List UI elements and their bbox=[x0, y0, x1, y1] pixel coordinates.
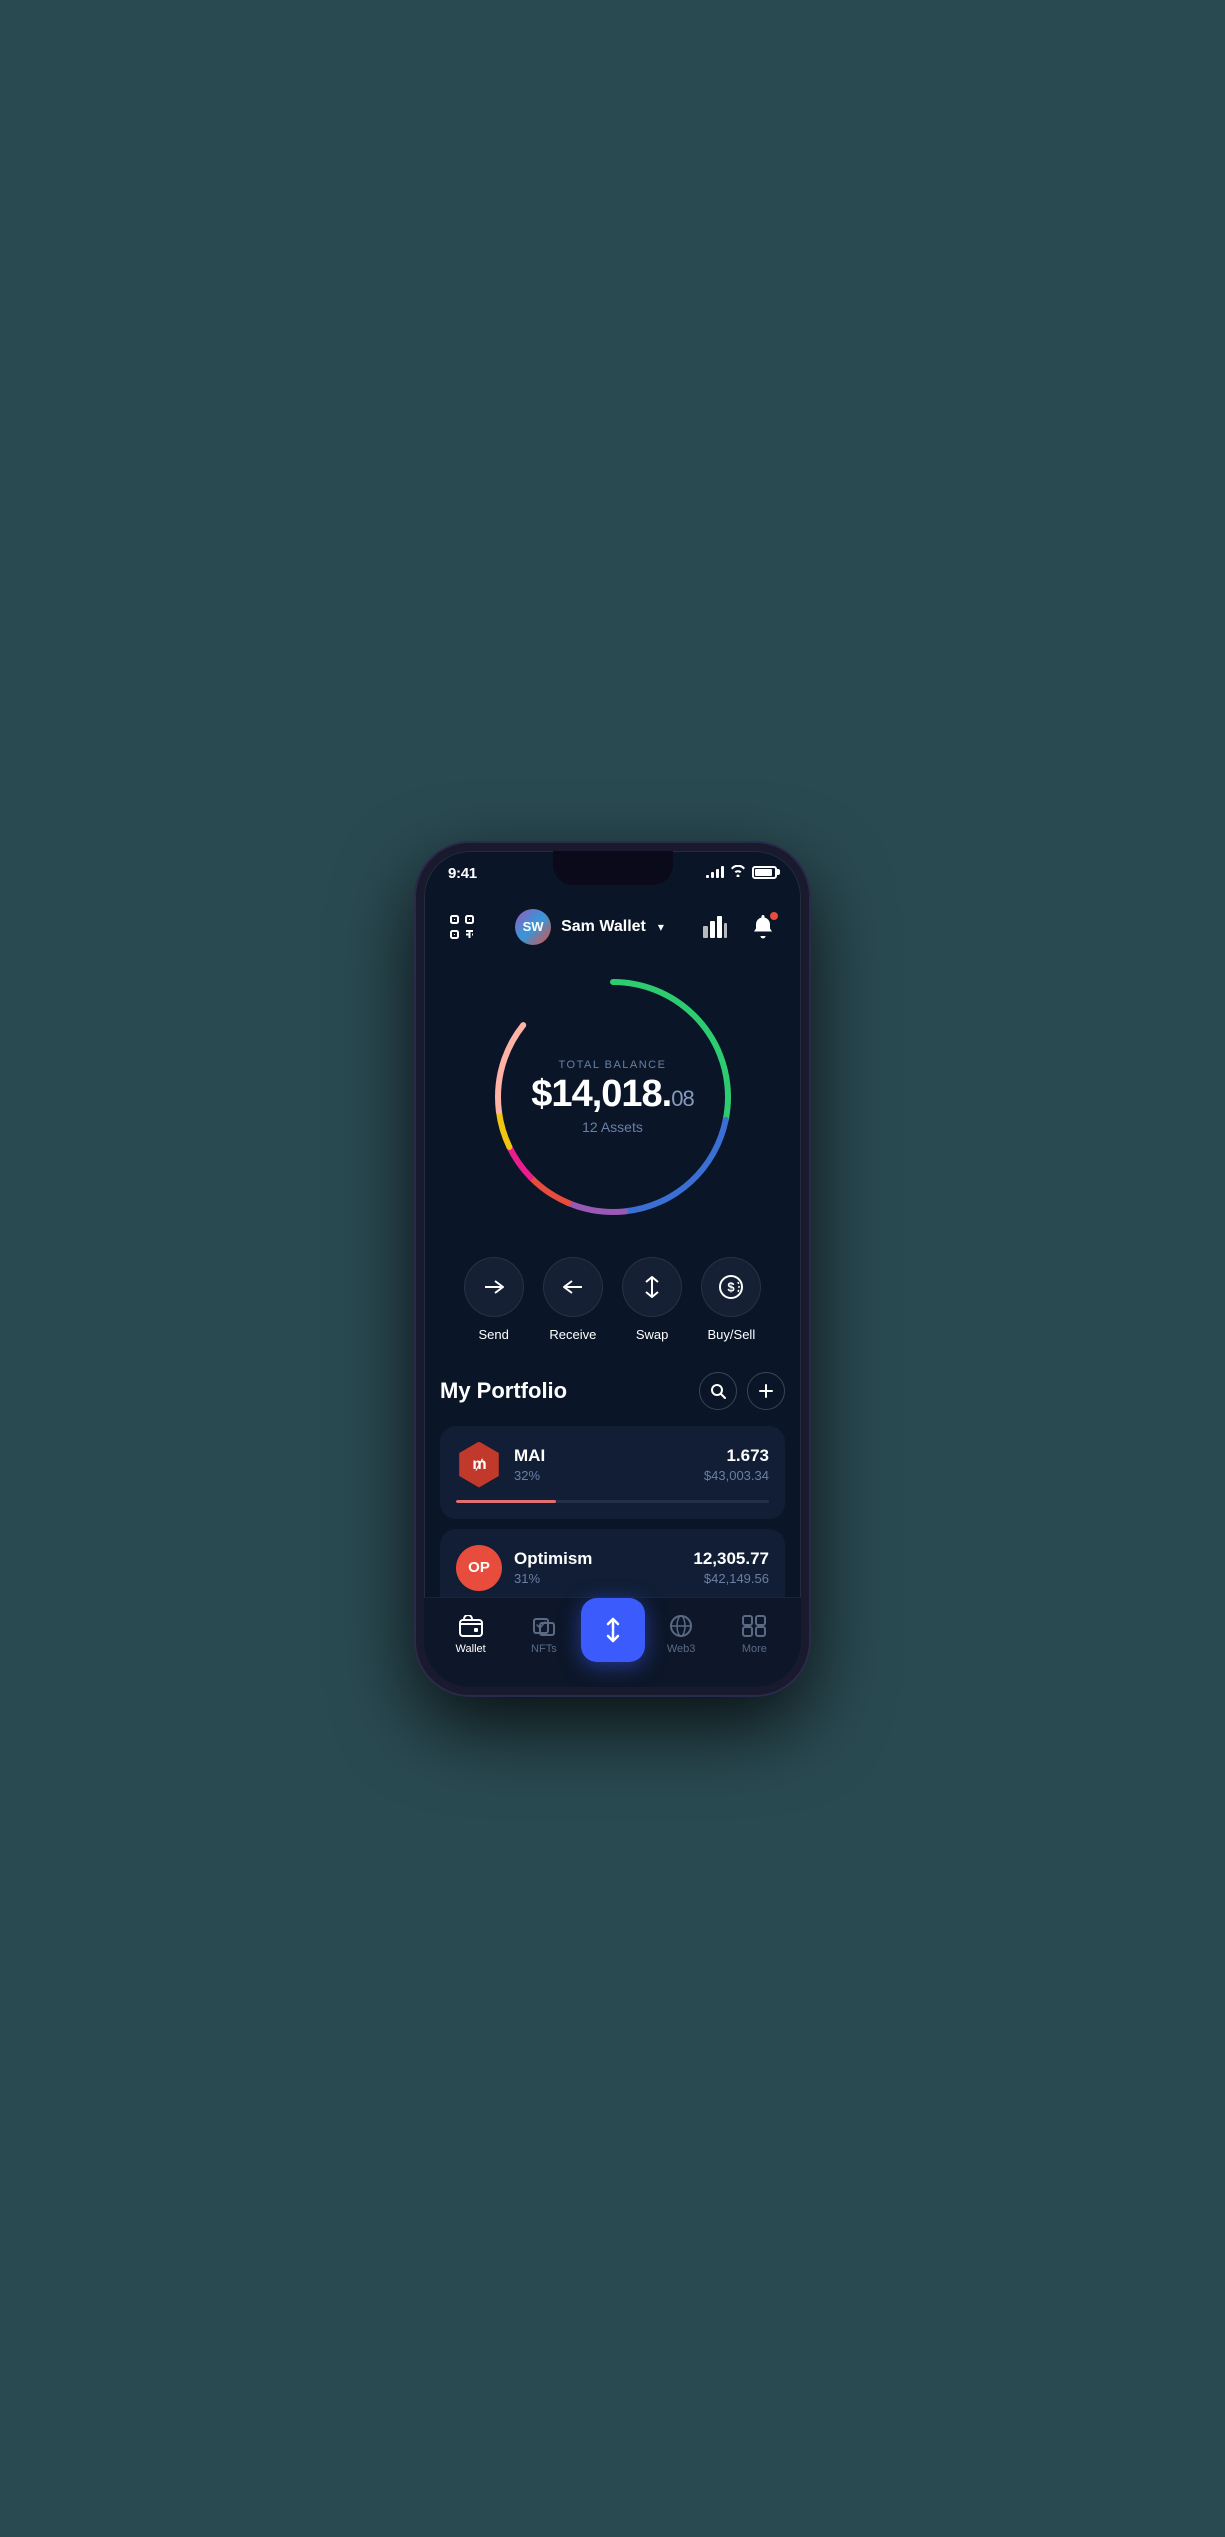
wifi-icon bbox=[730, 865, 746, 880]
more-nav-label: More bbox=[742, 1643, 767, 1655]
nfts-nav-label: NFTs bbox=[531, 1643, 557, 1655]
scan-icon[interactable] bbox=[444, 909, 480, 945]
signal-icon bbox=[706, 866, 724, 878]
mai-name: MAI bbox=[514, 1446, 545, 1466]
receive-button[interactable]: Receive bbox=[543, 1257, 603, 1342]
mai-icon: ₥ bbox=[456, 1442, 502, 1488]
op-usd: $42,149.56 bbox=[693, 1571, 769, 1586]
send-button[interactable]: Send bbox=[464, 1257, 524, 1342]
portfolio-header: My Portfolio bbox=[440, 1372, 785, 1410]
op-icon: OP bbox=[456, 1545, 502, 1591]
svg-text:$: $ bbox=[728, 1279, 736, 1294]
bottom-nav: Wallet NFTs bbox=[424, 1597, 801, 1687]
status-time: 9:41 bbox=[448, 865, 477, 882]
nav-web3[interactable]: Web3 bbox=[645, 1613, 718, 1655]
buysell-label: Buy/Sell bbox=[708, 1327, 756, 1342]
add-asset-button[interactable] bbox=[747, 1372, 785, 1410]
center-action-button[interactable] bbox=[581, 1598, 645, 1662]
balance-section: TOTAL BALANCE $14,018.08 12 Assets bbox=[424, 957, 801, 1247]
portfolio-actions bbox=[699, 1372, 785, 1410]
op-pct: 31% bbox=[514, 1571, 592, 1586]
op-name: Optimism bbox=[514, 1549, 592, 1569]
battery-icon bbox=[752, 866, 777, 879]
web3-icon bbox=[668, 1613, 694, 1639]
mai-amount: 1.673 bbox=[704, 1446, 769, 1466]
total-balance-label: TOTAL BALANCE bbox=[531, 1059, 693, 1071]
wallet-selector[interactable]: SW Sam Wallet ▾ bbox=[515, 909, 664, 945]
app-header: SW Sam Wallet ▾ bbox=[424, 901, 801, 957]
mai-progress-bar bbox=[456, 1500, 769, 1503]
avatar: SW bbox=[515, 909, 551, 945]
header-right bbox=[699, 909, 781, 945]
notch bbox=[553, 851, 673, 885]
wallet-name: Sam Wallet bbox=[561, 918, 646, 936]
balance-amount: $14,018.08 bbox=[531, 1075, 693, 1113]
circle-chart: TOTAL BALANCE $14,018.08 12 Assets bbox=[483, 967, 743, 1227]
chart-icon[interactable] bbox=[699, 911, 731, 943]
mai-progress-fill bbox=[456, 1500, 556, 1503]
main-content: TOTAL BALANCE $14,018.08 12 Assets Send bbox=[424, 957, 801, 1597]
action-buttons: Send Receive bbox=[424, 1247, 801, 1372]
op-amount: 12,305.77 bbox=[693, 1549, 769, 1569]
send-label: Send bbox=[478, 1327, 508, 1342]
balance-center: TOTAL BALANCE $14,018.08 12 Assets bbox=[531, 1059, 693, 1135]
status-icons bbox=[706, 865, 777, 880]
more-icon bbox=[741, 1613, 767, 1639]
assets-count: 12 Assets bbox=[531, 1119, 693, 1135]
asset-card-mai[interactable]: ₥ MAI 32% 1.673 $43,003.34 bbox=[440, 1426, 785, 1519]
mai-pct: 32% bbox=[514, 1468, 545, 1483]
swap-button[interactable]: Swap bbox=[622, 1257, 682, 1342]
nfts-icon bbox=[531, 1613, 557, 1639]
nav-more[interactable]: More bbox=[718, 1613, 791, 1655]
wallet-nav-label: Wallet bbox=[456, 1643, 486, 1655]
portfolio-title: My Portfolio bbox=[440, 1378, 567, 1404]
asset-card-op[interactable]: OP Optimism 31% 12,305.77 $42,149.56 bbox=[440, 1529, 785, 1597]
portfolio-section: My Portfolio bbox=[424, 1372, 801, 1597]
search-button[interactable] bbox=[699, 1372, 737, 1410]
web3-nav-label: Web3 bbox=[667, 1643, 696, 1655]
notifications-icon[interactable] bbox=[745, 909, 781, 945]
nav-nfts[interactable]: NFTs bbox=[507, 1613, 580, 1655]
notification-badge bbox=[769, 911, 779, 921]
swap-label: Swap bbox=[636, 1327, 669, 1342]
mai-usd: $43,003.34 bbox=[704, 1468, 769, 1483]
nav-wallet[interactable]: Wallet bbox=[434, 1613, 507, 1655]
phone-frame: 9:41 bbox=[416, 843, 809, 1695]
receive-label: Receive bbox=[549, 1327, 596, 1342]
chevron-down-icon: ▾ bbox=[658, 920, 664, 934]
balance-cents: 08 bbox=[671, 1086, 693, 1111]
buysell-button[interactable]: $ Buy/Sell bbox=[701, 1257, 761, 1342]
wallet-icon bbox=[458, 1613, 484, 1639]
